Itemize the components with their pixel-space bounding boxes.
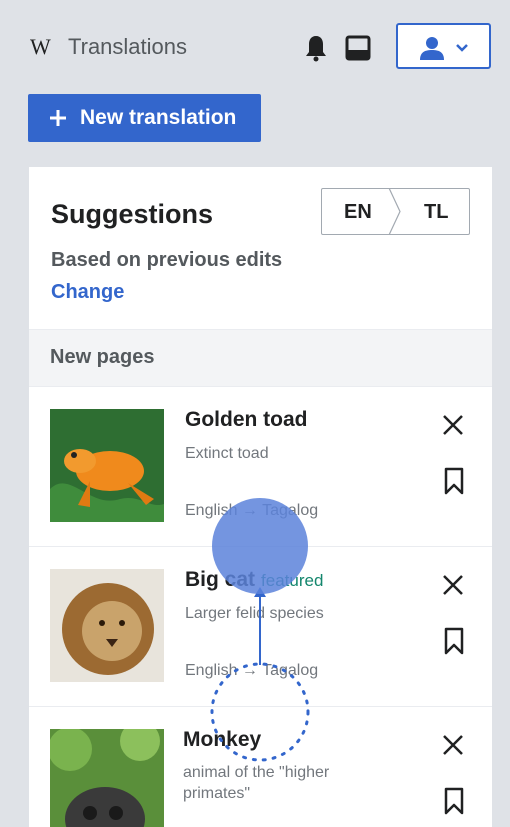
article-thumbnail	[50, 729, 164, 827]
article-title: Golden toad	[185, 408, 308, 432]
bookmark-icon[interactable]	[443, 627, 465, 655]
wikipedia-logo: W	[30, 34, 51, 59]
article-description: Extinct toad	[185, 445, 269, 462]
article-thumbnail	[50, 569, 164, 682]
user-avatar-icon	[420, 37, 444, 60]
chevron-down-icon	[456, 44, 468, 52]
close-icon[interactable]	[441, 733, 465, 757]
language-divider-icon	[388, 188, 401, 235]
new-translation-label: New translation	[80, 106, 237, 129]
source-language[interactable]: EN	[344, 201, 372, 224]
article-description: Larger felid species	[185, 605, 324, 622]
change-link[interactable]: Change	[51, 281, 124, 304]
user-menu-button[interactable]	[396, 23, 491, 69]
article-thumbnail	[50, 409, 164, 522]
section-header-new-pages: New pages	[29, 329, 492, 386]
top-bar: W Translations	[0, 0, 510, 92]
language-selector[interactable]: EN TL	[321, 188, 470, 235]
touch-indicator	[212, 498, 308, 594]
article-description: animal of the "higher primates"	[183, 764, 330, 802]
bell-icon[interactable]	[303, 34, 329, 62]
tray-icon[interactable]	[345, 35, 371, 61]
new-translation-button[interactable]: New translation	[28, 94, 261, 142]
close-icon[interactable]	[441, 413, 465, 437]
swipe-start-ring	[210, 662, 310, 762]
bookmark-icon[interactable]	[443, 787, 465, 815]
suggestions-title: Suggestions	[51, 199, 214, 229]
app-title: Translations	[68, 34, 188, 59]
plus-icon	[50, 110, 66, 126]
close-icon[interactable]	[441, 573, 465, 597]
article-title-text: Golden toad	[185, 408, 308, 431]
arrow-up-icon	[254, 587, 266, 665]
target-language[interactable]: TL	[424, 201, 448, 224]
based-on-text: Based on previous edits	[51, 249, 283, 271]
section-title: New pages	[50, 346, 155, 368]
bookmark-icon[interactable]	[443, 467, 465, 495]
